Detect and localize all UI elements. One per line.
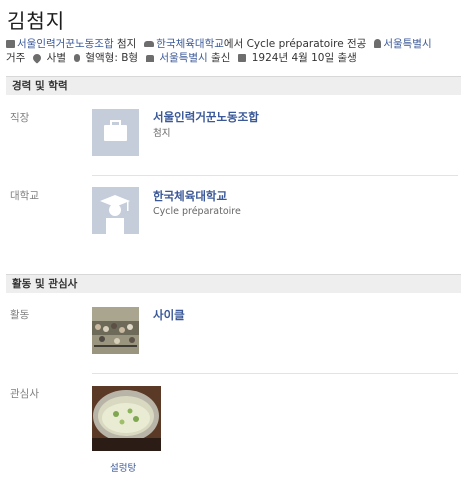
school-link[interactable]: 한국체육대학교 bbox=[156, 38, 224, 50]
college-thumbnail[interactable] bbox=[92, 187, 139, 234]
lives-suffix: 거주 bbox=[6, 52, 26, 64]
interest-name-link[interactable]: 설렁탕 bbox=[110, 460, 136, 474]
graduate-icon bbox=[92, 187, 139, 234]
info-summary-line-1: 서울인력거꾼노동조합 첨지 한국체육대학교에서 Cycle préparatoir… bbox=[6, 37, 432, 51]
briefcase-icon bbox=[6, 40, 15, 48]
briefcase-icon bbox=[92, 109, 139, 156]
activity-label: 활동 bbox=[10, 309, 30, 321]
workplace-thumbnail[interactable] bbox=[92, 109, 139, 156]
row-divider bbox=[92, 175, 458, 176]
soup-photo bbox=[92, 386, 161, 451]
car-icon bbox=[144, 41, 155, 47]
interest-label: 관심사 bbox=[10, 388, 39, 400]
lives-link[interactable]: 서울특별시 bbox=[383, 38, 431, 50]
hometown-link[interactable]: 서울특별시 bbox=[159, 52, 207, 64]
profile-name: 김첨지 bbox=[7, 9, 66, 33]
activity-name-link[interactable]: 사이클 bbox=[153, 307, 185, 323]
info-summary-line-2: 거주 사별 혈액형: B형 서울특별시 출신 1924년 4월 10일 출생 bbox=[6, 51, 357, 65]
row-divider bbox=[92, 373, 458, 374]
hometown-icon bbox=[146, 55, 155, 62]
interest-thumbnail[interactable] bbox=[92, 386, 161, 451]
profile-info-page: 김첨지 서울인력거꾼노동조합 첨지 한국체육대학교에서 Cycle prépara… bbox=[0, 0, 467, 500]
college-label: 대학교 bbox=[10, 190, 39, 202]
section-header-career: 경력 및 학력 bbox=[6, 76, 461, 95]
college-program: Cycle préparatoire bbox=[153, 206, 241, 217]
relationship-status: 사별 bbox=[46, 52, 66, 64]
home-icon bbox=[374, 39, 382, 48]
activity-thumbnail[interactable] bbox=[92, 307, 139, 354]
work-label: 직장 bbox=[10, 112, 30, 124]
workplace-role: 첨지 bbox=[113, 38, 137, 50]
calendar-icon bbox=[238, 54, 247, 62]
workplace-link[interactable]: 서울인력거꾼노동조합 bbox=[17, 38, 114, 50]
workplace-name-link[interactable]: 서울인력거꾼노동조합 bbox=[153, 109, 259, 125]
college-name-link[interactable]: 한국체육대학교 bbox=[153, 188, 227, 204]
blood-drop-icon bbox=[74, 54, 80, 62]
hometown-suffix: 출신 bbox=[207, 52, 231, 64]
cycling-photo bbox=[92, 307, 139, 354]
blood-type: 혈액형: B형 bbox=[85, 52, 139, 64]
school-suffix: 에서 Cycle préparatoire 전공 bbox=[223, 38, 367, 50]
heart-icon bbox=[31, 52, 43, 64]
workplace-position: 첨지 bbox=[153, 128, 171, 139]
birthday: 1924년 4월 10일 출생 bbox=[251, 52, 357, 64]
section-header-activities: 활동 및 관심사 bbox=[6, 274, 461, 293]
